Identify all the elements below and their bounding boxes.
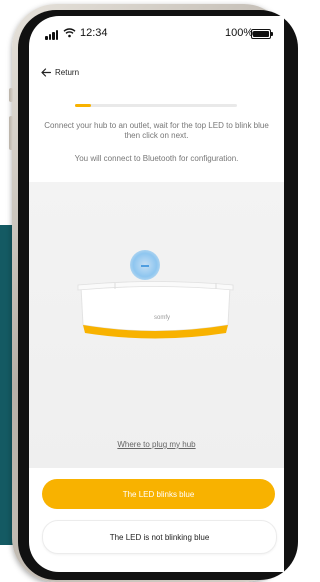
status-bar: 12:34 100% bbox=[29, 16, 284, 52]
arrow-left-icon bbox=[41, 68, 51, 77]
battery-percentage: 100% bbox=[225, 27, 254, 39]
wifi-icon bbox=[63, 28, 76, 38]
progress-bar bbox=[75, 104, 237, 107]
where-to-plug-link[interactable]: Where to plug my hub bbox=[29, 440, 284, 449]
led-not-blinking-button[interactable]: The LED is not blinking blue bbox=[42, 520, 277, 554]
hub-illustration-area: somfy Where to plug my hub bbox=[29, 182, 284, 468]
hub-illustration: somfy bbox=[77, 281, 234, 339]
signal-icon bbox=[45, 30, 58, 40]
instruction-text: Connect your hub to an outlet, wait for … bbox=[44, 121, 269, 140]
side-button-mute bbox=[9, 88, 13, 102]
app-screen: 12:34 100% Return Connect your hub to an… bbox=[29, 16, 284, 572]
status-time: 12:34 bbox=[80, 27, 108, 39]
led-indicator bbox=[130, 250, 160, 280]
return-button[interactable]: Return bbox=[41, 68, 79, 77]
bluetooth-note: You will connect to Bluetooth for config… bbox=[74, 154, 239, 163]
progress-fill bbox=[75, 104, 92, 107]
side-button-volume-up bbox=[9, 116, 13, 150]
brand-logo: somfy bbox=[154, 315, 170, 321]
return-label: Return bbox=[55, 68, 80, 77]
battery-icon bbox=[251, 29, 273, 39]
led-blinks-blue-button[interactable]: The LED blinks blue bbox=[42, 479, 275, 509]
